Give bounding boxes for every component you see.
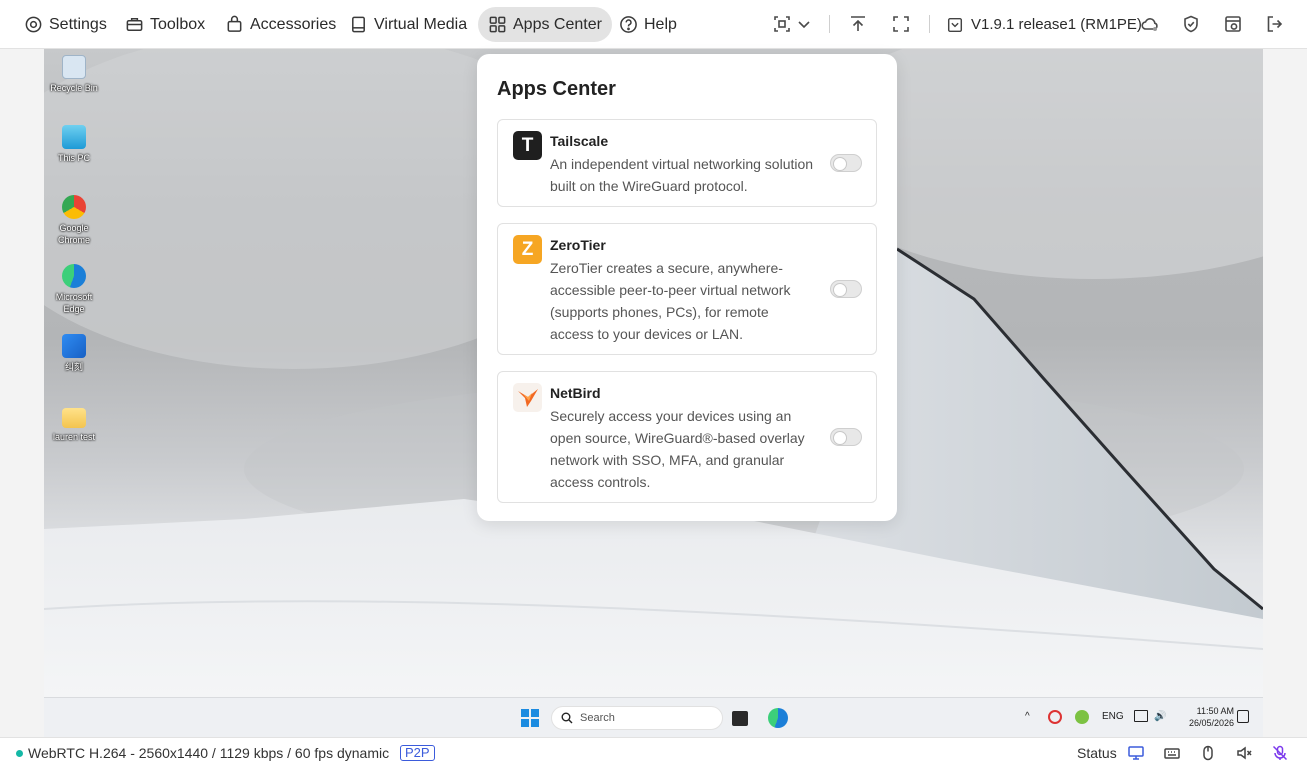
desktop-icon-chrome[interactable]: Google Chrome [44,195,104,246]
desktop-icon-app[interactable]: 纠刻 [44,334,104,373]
shield-icon[interactable] [1181,14,1201,34]
panel-title: Apps Center [497,78,616,100]
app-description: ZeroTier creates a secure, anywhere-acce… [550,260,791,342]
desktop-icon-folder[interactable]: lauren test [44,404,104,443]
version-info[interactable]: V1.9.1 release1 (RM1PE) [946,7,1142,42]
tailscale-logo-icon: T [513,131,542,160]
speaker-muted-icon[interactable] [1235,744,1253,762]
menu-help-label: Help [644,15,677,33]
chevron-down-icon[interactable] [794,14,810,34]
screen-select-icon[interactable] [772,14,792,34]
menu-accessories-label: Accessories [250,15,337,33]
netbird-logo-icon [513,383,542,412]
zerotier-toggle[interactable] [830,280,862,298]
app-description: Securely access your devices using an op… [550,408,805,490]
tray-language[interactable]: ENG [1102,711,1124,722]
toolbar-divider [829,15,830,33]
apps-grid-icon [489,16,506,33]
taskbar-clock[interactable]: 11:50 AM 26/05/2026 [1176,705,1234,729]
search-icon [561,712,573,724]
bag-icon [227,15,242,32]
gear-icon [25,16,42,33]
fullscreen-icon[interactable] [891,14,911,34]
tailscale-toggle[interactable] [830,154,862,172]
app-name: NetBird [550,385,601,401]
status-button[interactable]: Status [1077,745,1117,761]
folder-icon [62,408,86,428]
stream-info: WebRTC H.264 - 2560x1440 / 1129 kbps / 6… [28,745,390,761]
menu-settings-label: Settings [49,15,107,33]
app-card-tailscale: T Tailscale An independent virtual netwo… [497,119,877,207]
app-description: An independent virtual networking soluti… [550,156,814,194]
p2p-badge: P2P [400,745,435,761]
desktop-icon-this-pc[interactable]: This PC [44,125,104,164]
app-card-netbird: NetBird Securely access your devices usi… [497,371,877,503]
connection-status-dot [16,750,23,757]
cloud-icon[interactable] [1140,14,1160,34]
menu-virtual-media-label: Virtual Media [374,15,468,33]
desktop-icon-recycle-bin[interactable]: Recycle Bin [44,55,104,94]
desktop-icon-edge[interactable]: Microsoft Edge [44,264,104,315]
this-pc-icon [62,125,86,149]
menu-settings[interactable]: Settings [14,7,117,42]
clock-date: 26/05/2026 [1188,718,1234,728]
version-label: V1.9.1 release1 (RM1PE) [971,16,1142,33]
desktop-icon-label: lauren test [52,432,96,442]
recycle-bin-icon [62,55,86,79]
netbird-toggle[interactable] [830,428,862,446]
tray-display-icon[interactable] [1134,710,1148,722]
microphone-muted-icon[interactable] [1271,744,1289,762]
desktop-icon-label: This PC [57,153,90,163]
start-button[interactable] [521,709,539,727]
menu-toolbox-label: Toolbox [150,15,206,33]
help-icon [620,16,637,33]
app-icon [62,334,86,358]
logout-icon[interactable] [1265,14,1285,34]
desktop-icon-label: Google Chrome [57,223,90,245]
chrome-icon [62,195,86,219]
menu-virtual-media[interactable]: Virtual Media [339,7,477,42]
mouse-icon[interactable] [1199,744,1217,762]
monitor-icon[interactable] [1127,744,1145,762]
taskbar-search[interactable]: Search [551,706,723,730]
clock-time: 11:50 AM [1196,706,1234,716]
firmware-icon [947,17,963,32]
tray-volume-icon[interactable]: 🔊 [1154,711,1166,722]
restart-icon[interactable] [1223,14,1243,34]
edge-icon [62,264,86,288]
windows-taskbar: Search ^ ENG 🔊 11:50 AM 26/05/2026 [44,697,1263,737]
tray-sync-icon[interactable] [1048,710,1062,724]
upload-icon[interactable] [848,14,868,34]
app-name: ZeroTier [550,237,606,253]
keyboard-icon[interactable] [1163,744,1181,762]
menu-toolbox[interactable]: Toolbox [115,7,215,42]
drive-icon [352,16,365,33]
toolbox-icon [126,18,143,31]
menu-accessories[interactable]: Accessories [215,7,346,42]
notification-icon[interactable] [1237,710,1249,723]
toolbar-divider [929,15,930,33]
taskbar-edge-icon[interactable] [768,708,788,728]
desktop-icon-label: Microsoft Edge [55,292,93,314]
taskbar-search-label: Search [580,712,615,724]
apps-center-panel: Apps Center T Tailscale An independent v… [477,54,897,521]
app-card-zerotier: Z ZeroTier ZeroTier creates a secure, an… [497,223,877,355]
desktop-icon-label: Recycle Bin [50,83,98,93]
tray-app-icon[interactable] [1075,710,1089,724]
task-view-icon[interactable] [732,711,748,726]
zerotier-logo-icon: Z [513,235,542,264]
menu-apps-center[interactable]: Apps Center [478,7,612,42]
app-name: Tailscale [550,133,609,149]
menu-help[interactable]: Help [609,7,687,42]
top-toolbar: Settings Toolbox Accessories Virtual Med… [0,0,1307,49]
desktop-icon-label: 纠刻 [64,362,83,372]
tray-chevron-up-icon[interactable]: ^ [1025,711,1030,722]
menu-apps-center-label: Apps Center [513,15,602,33]
status-bar: WebRTC H.264 - 2560x1440 / 1129 kbps / 6… [0,737,1307,768]
